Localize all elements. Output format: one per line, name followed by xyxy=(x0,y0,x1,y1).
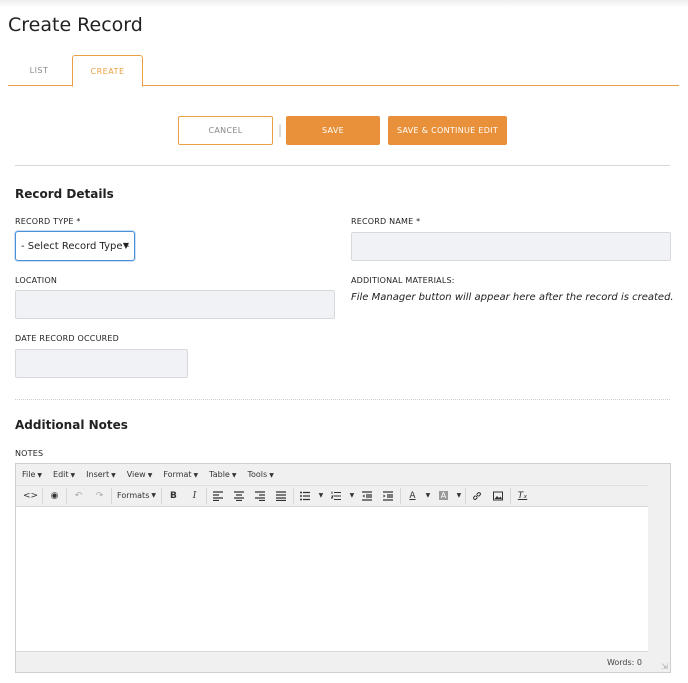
caret-icon: ▼ xyxy=(193,471,199,479)
location-label: LOCATION xyxy=(15,276,58,285)
align-right-icon[interactable] xyxy=(250,487,271,505)
preview-icon[interactable]: ◉ xyxy=(44,487,65,505)
editor-toolbar: <> ◉ ↶ ↷ Formats ▼ B I ▼ ▼ A ▼ A ▼ Tₓ xyxy=(16,485,648,505)
menu-insert[interactable]: Insert ▼ xyxy=(86,470,116,479)
image-icon[interactable] xyxy=(488,487,509,505)
bold-icon[interactable]: B xyxy=(163,487,184,505)
divider xyxy=(15,165,670,166)
align-center-icon[interactable] xyxy=(229,487,250,505)
caret-icon: ▼ xyxy=(70,471,76,479)
toolbar-separator xyxy=(66,487,67,504)
caret-icon: ▼ xyxy=(151,492,156,499)
caret-icon[interactable]: ▼ xyxy=(347,487,357,505)
save-continue-button[interactable]: SAVE & CONTINUE EDIT xyxy=(388,116,507,145)
record-details-heading: Record Details xyxy=(15,187,114,201)
caret-icon: ▼ xyxy=(269,471,274,479)
caret-icon: ▼ xyxy=(231,471,237,479)
toolbar-separator xyxy=(399,487,401,504)
location-input[interactable] xyxy=(15,290,335,319)
record-name-label: RECORD NAME * xyxy=(351,217,421,226)
resize-handle-icon[interactable]: ⇲ xyxy=(661,662,668,671)
menu-table[interactable]: Table ▼ xyxy=(209,470,236,479)
tab-bar: LIST CREATE xyxy=(8,55,679,87)
date-occured-input[interactable] xyxy=(15,349,188,378)
code-icon[interactable]: <> xyxy=(20,487,41,505)
numbered-list-icon[interactable] xyxy=(326,487,347,505)
outdent-icon[interactable] xyxy=(357,487,378,505)
toolbar-separator xyxy=(464,487,466,504)
chevron-down-icon: ▼ xyxy=(122,241,129,250)
caret-icon[interactable]: ▼ xyxy=(454,487,464,505)
toolbar-separator xyxy=(111,487,112,504)
redo-icon[interactable]: ↷ xyxy=(89,487,110,505)
additional-materials-label: ADDITIONAL MATERIALS: xyxy=(351,276,455,285)
caret-icon[interactable]: ▼ xyxy=(316,487,326,505)
record-type-select[interactable]: - Select Record Type - ▼ xyxy=(15,231,135,261)
align-justify-icon[interactable] xyxy=(271,487,292,505)
menu-tools[interactable]: Tools ▼ xyxy=(247,470,273,479)
caret-icon: ▼ xyxy=(147,471,153,479)
caret-icon: ▼ xyxy=(111,471,116,479)
menu-file[interactable]: File ▼ xyxy=(22,470,42,479)
caret-icon: ▼ xyxy=(37,471,43,479)
tab-list[interactable]: LIST xyxy=(8,55,70,86)
menu-format[interactable]: Format ▼ xyxy=(163,470,198,479)
toolbar-separator xyxy=(509,487,511,504)
record-name-input[interactable] xyxy=(351,232,671,261)
cancel-button[interactable]: CANCEL xyxy=(178,116,273,145)
formats-dropdown[interactable]: Formats ▼ xyxy=(113,487,160,505)
toolbar-separator xyxy=(160,487,162,504)
text-color-icon[interactable]: A xyxy=(402,487,423,505)
clear-format-icon[interactable]: Tₓ xyxy=(512,487,533,505)
background-color-icon[interactable]: A xyxy=(433,487,454,505)
top-shadow xyxy=(0,0,688,8)
bullet-list-icon[interactable] xyxy=(295,487,316,505)
rich-text-editor: File ▼ Edit ▼ Insert ▼ View ▼ Format ▼ Table ▼… xyxy=(15,463,671,673)
record-type-label: RECORD TYPE * xyxy=(15,217,81,226)
additional-notes-heading: Additional Notes xyxy=(15,418,128,432)
notes-editor-area[interactable] xyxy=(16,506,648,652)
caret-icon[interactable]: ▼ xyxy=(423,487,433,505)
indent-icon[interactable] xyxy=(378,487,399,505)
date-occured-label: DATE RECORD OCCURED xyxy=(15,334,120,343)
dotted-divider xyxy=(15,399,670,400)
menu-edit[interactable]: Edit ▼ xyxy=(53,470,75,479)
page-title: Create Record xyxy=(8,14,143,36)
toolbar-separator xyxy=(42,487,43,504)
word-count: Words: 0 xyxy=(606,658,642,667)
tab-create[interactable]: CREATE xyxy=(72,55,143,87)
save-button[interactable]: SAVE xyxy=(286,116,380,145)
italic-icon[interactable]: I xyxy=(184,487,205,505)
editor-menubar: File ▼ Edit ▼ Insert ▼ View ▼ Format ▼ Table ▼… xyxy=(16,464,670,484)
notes-label: NOTES xyxy=(15,449,44,458)
button-separator: | xyxy=(278,123,283,137)
toolbar-separator xyxy=(292,487,294,504)
menu-view[interactable]: View ▼ xyxy=(127,470,153,479)
editor-statusbar: Words: 0 ⇲ xyxy=(16,653,670,672)
record-type-selected: - Select Record Type - xyxy=(21,240,130,252)
link-icon[interactable] xyxy=(467,487,488,505)
file-manager-note: File Manager button will appear here aft… xyxy=(351,292,674,303)
align-left-icon[interactable] xyxy=(208,487,229,505)
toolbar-separator xyxy=(205,487,207,504)
undo-icon[interactable]: ↶ xyxy=(68,487,89,505)
